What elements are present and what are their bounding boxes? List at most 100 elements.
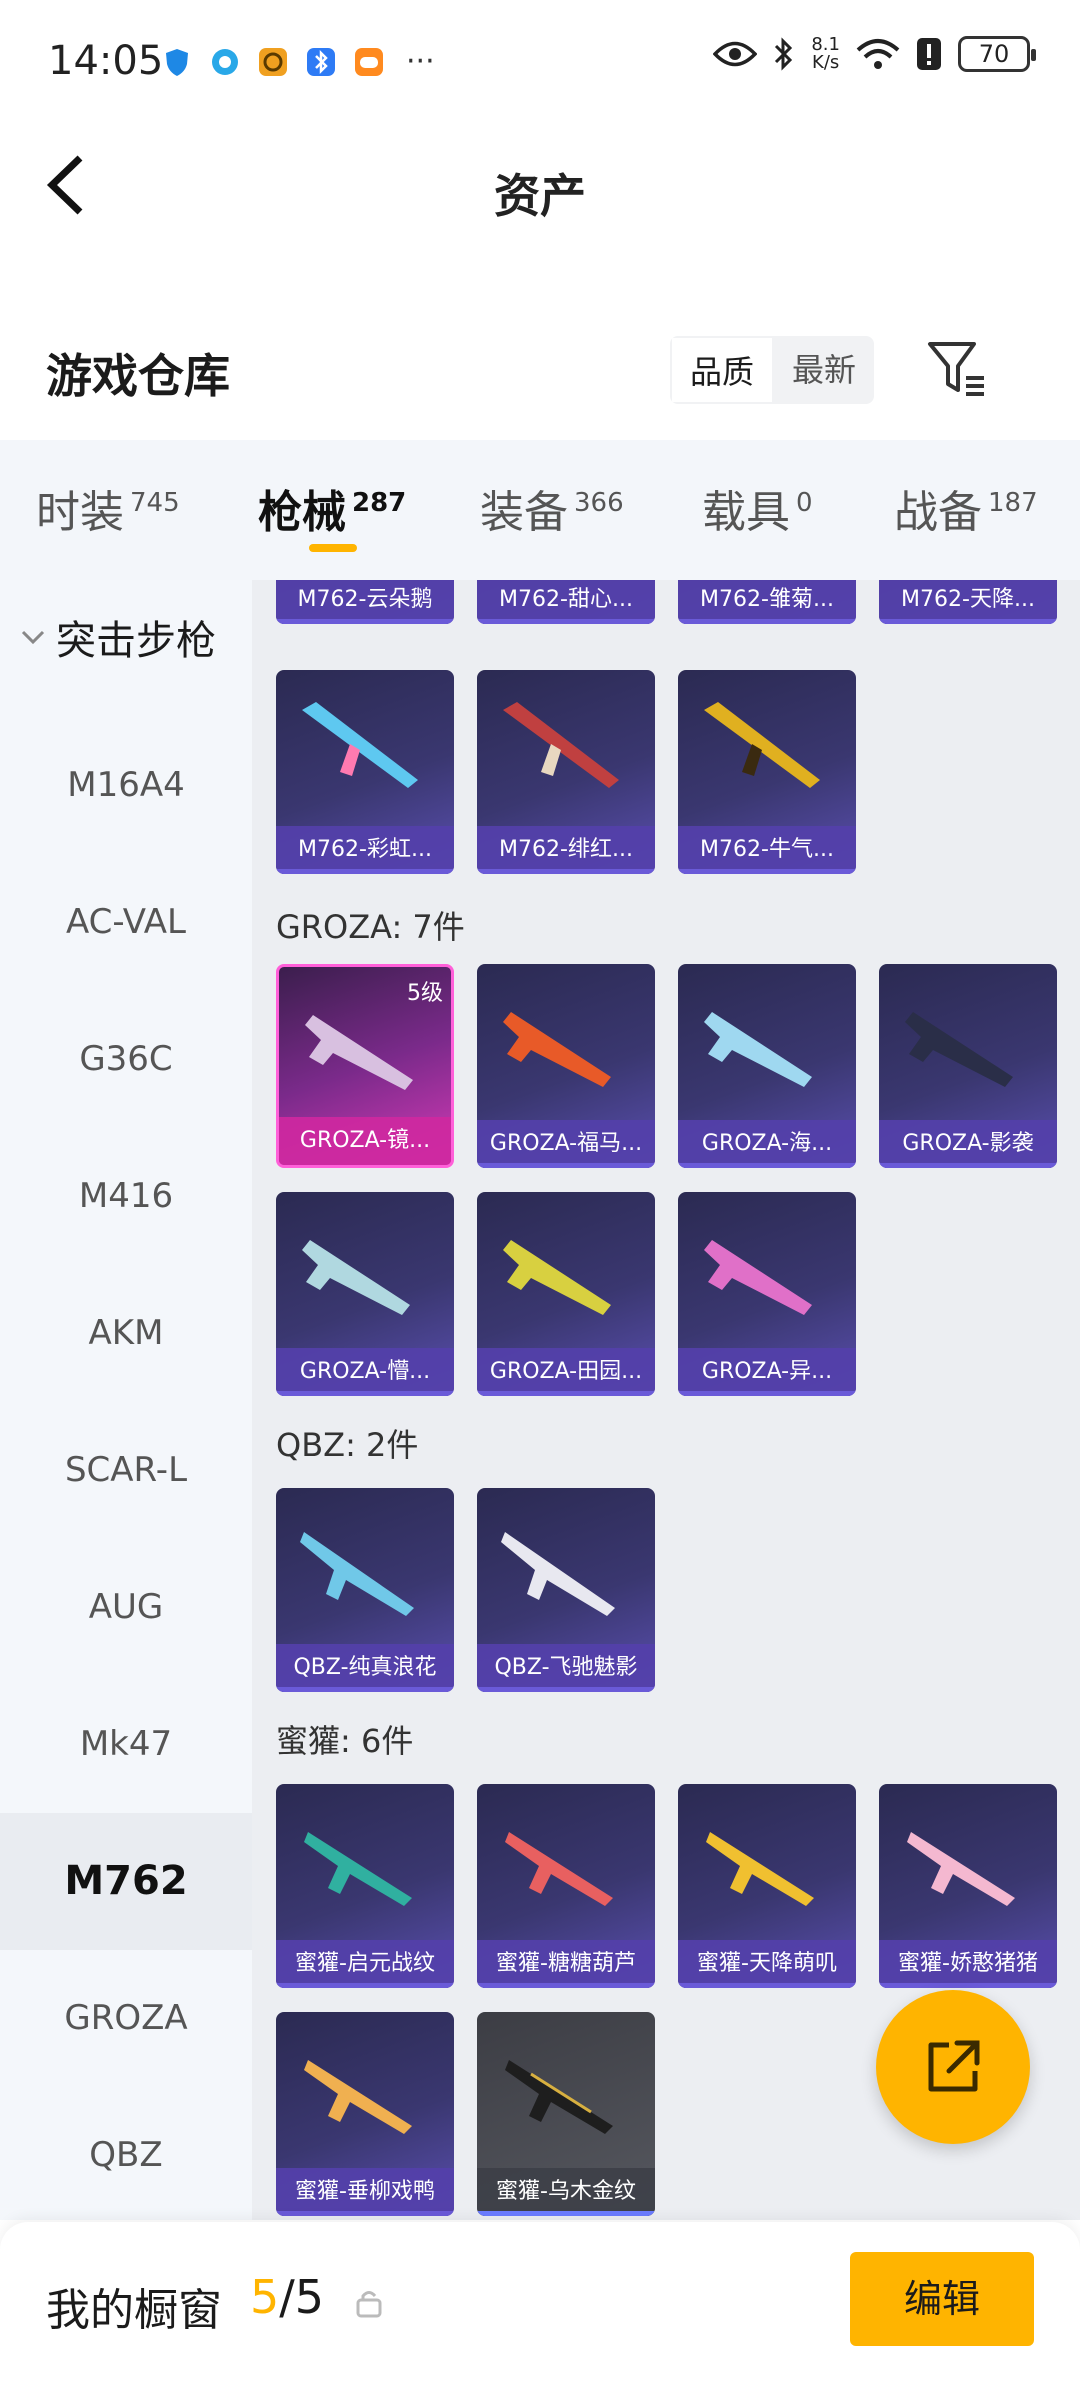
weapon-card[interactable]: GROZA-懵... (276, 1192, 454, 1396)
weapon-card[interactable]: M762-云朵鹅 (276, 580, 454, 624)
weapon-card[interactable]: 5级 GROZA-镜... (276, 964, 454, 1168)
weapon-card[interactable]: GROZA-异... (678, 1192, 856, 1396)
weapon-card[interactable]: 蜜獾-启元战纹 (276, 1784, 454, 1988)
card-rarity-stripe (276, 869, 454, 874)
sidebar-item-mk47[interactable]: Mk47 (0, 1676, 252, 1813)
tab-gear[interactable]: 战备 187 (894, 476, 1038, 540)
weapon-card[interactable]: M762-牛气... (678, 670, 856, 874)
group-title-qbz: QBZ: 2件 (276, 1426, 419, 1464)
sidebar-item-g36c[interactable]: G36C (0, 991, 252, 1128)
rifle-icon (302, 1240, 410, 1315)
weapon-card-label: 蜜獾-乌木金纹 (477, 2168, 655, 2216)
rifle-icon (302, 702, 418, 788)
weapon-card[interactable]: GROZA-田园... (477, 1192, 655, 1396)
chevron-down-icon (21, 630, 45, 645)
sidebar-group-assault-rifles[interactable]: 突击步枪 (20, 608, 216, 666)
weapon-card[interactable]: M762-绯红... (477, 670, 655, 874)
weapon-grid: M762-云朵鹅 M762-甜心... M762-雏菊... M762-天降..… (252, 580, 1080, 2220)
external-link-icon (928, 2040, 980, 2092)
tab-vehicles[interactable]: 载具 0 (702, 476, 813, 540)
rifle-icon (503, 1012, 611, 1087)
rifle-icon (300, 1532, 414, 1616)
sidebar-item-aug[interactable]: AUG (0, 1539, 252, 1676)
tab-equipment[interactable]: 装备 366 (480, 476, 624, 540)
card-rarity-stripe (276, 2211, 454, 2216)
game-app-icon (355, 47, 383, 76)
rifle-icon (704, 1012, 812, 1087)
sidebar-item-m16a4[interactable]: M16A4 (0, 717, 252, 854)
edit-button[interactable]: 编辑 (850, 2252, 1034, 2346)
sort-toggle: 品质 最新 (670, 336, 875, 404)
weapon-card[interactable]: M762-雏菊... (678, 580, 856, 624)
card-rarity-stripe (276, 619, 454, 624)
status-indicators: 8.1 K/s 70 (713, 36, 1036, 72)
weapon-card-label: M762-牛气... (678, 826, 856, 874)
weapon-card[interactable]: 蜜獾-糖糖葫芦 (477, 1784, 655, 1988)
weapon-card[interactable]: QBZ-纯真浪花 (276, 1488, 454, 1692)
weapon-card-label: QBZ-纯真浪花 (276, 1644, 454, 1692)
weapon-card[interactable]: 蜜獾-天降萌叽 (678, 1784, 856, 1988)
tab-count: 745 (130, 488, 180, 519)
card-rarity-stripe (678, 619, 856, 624)
lock-icon (356, 2291, 382, 2318)
sort-newest-button[interactable]: 最新 (774, 336, 874, 404)
tab-count: 287 (352, 488, 407, 519)
tab-fashion[interactable]: 时装 745 (36, 476, 180, 540)
level-badge: 5级 (407, 981, 443, 1006)
card-rarity-stripe (276, 1391, 454, 1396)
showcase-count: 5/5 (250, 2270, 324, 2324)
card-rarity-stripe (477, 1163, 655, 1168)
bluetooth-icon (775, 37, 793, 71)
showcase-label: 我的橱窗 (46, 2285, 222, 2336)
rifle-icon (505, 1832, 613, 1906)
weapon-card-label: M762-甜心... (477, 580, 655, 624)
weapon-card-label: GROZA-福马... (477, 1120, 655, 1168)
weapon-card-label: GROZA-影袭 (879, 1120, 1057, 1168)
share-button[interactable] (876, 1990, 1030, 2144)
weapon-card[interactable]: 蜜獾-娇憨猪猪 (879, 1784, 1057, 1988)
card-rarity-stripe (477, 1983, 655, 1988)
category-tabs: 时装 745 枪械 287 装备 366 载具 0 战备 187 (0, 440, 1080, 580)
network-speed-unit: K/s (812, 52, 840, 73)
sidebar-group-label: 突击步枪 (56, 618, 216, 664)
weapon-card[interactable]: M762-甜心... (477, 580, 655, 624)
weapon-card[interactable]: M762-天降... (879, 580, 1057, 624)
sidebar-item-m762[interactable]: M762 (0, 1813, 252, 1950)
card-rarity-stripe (477, 619, 655, 624)
weapon-card-label: GROZA-镜... (279, 1117, 451, 1165)
filter-icon[interactable] (926, 338, 988, 400)
sidebar-item-m416[interactable]: M416 (0, 1128, 252, 1265)
sidebar-item-groza[interactable]: GROZA (0, 1950, 252, 2087)
card-rarity-stripe (477, 1391, 655, 1396)
card-rarity-stripe (276, 1687, 454, 1692)
tab-label: 枪械 (258, 487, 346, 538)
browser-app-icon (212, 48, 238, 75)
sidebar-item-ac-val[interactable]: AC-VAL (0, 854, 252, 991)
weapon-card[interactable]: 蜜獾-乌木金纹 (477, 2012, 655, 2216)
weapon-card[interactable]: GROZA-福马... (477, 964, 655, 1168)
network-speed: 8.1 K/s (811, 36, 840, 72)
status-app-icons: ··· (160, 44, 435, 79)
weapon-card[interactable]: QBZ-飞驰魅影 (477, 1488, 655, 1692)
sidebar-item-scar-l[interactable]: SCAR-L (0, 1402, 252, 1539)
sort-quality-button[interactable]: 品质 (670, 336, 775, 404)
tab-count: 0 (796, 488, 813, 519)
camera-app-icon (259, 47, 287, 76)
weapon-card-label: M762-天降... (879, 580, 1057, 624)
wifi-icon (856, 39, 900, 69)
tab-firearms[interactable]: 枪械 287 (258, 476, 406, 540)
rifle-icon (704, 1240, 812, 1315)
sidebar-item-qbz[interactable]: QBZ (0, 2087, 252, 2220)
weapon-card[interactable]: GROZA-影袭 (879, 964, 1057, 1168)
weapon-card[interactable]: GROZA-海... (678, 964, 856, 1168)
sidebar-item-akm[interactable]: AKM (0, 1265, 252, 1402)
tab-label: 时装 (36, 487, 124, 538)
weapon-card[interactable]: 蜜獾-垂柳戏鸭 (276, 2012, 454, 2216)
rifle-icon (706, 1832, 814, 1906)
card-rarity-stripe (477, 1687, 655, 1692)
weapon-card-label: 蜜獾-天降萌叽 (678, 1940, 856, 1988)
weapon-card[interactable]: M762-彩虹... (276, 670, 454, 874)
card-rarity-stripe (678, 869, 856, 874)
weapon-card-label: M762-雏菊... (678, 580, 856, 624)
weapon-card-label: QBZ-飞驰魅影 (477, 1644, 655, 1692)
